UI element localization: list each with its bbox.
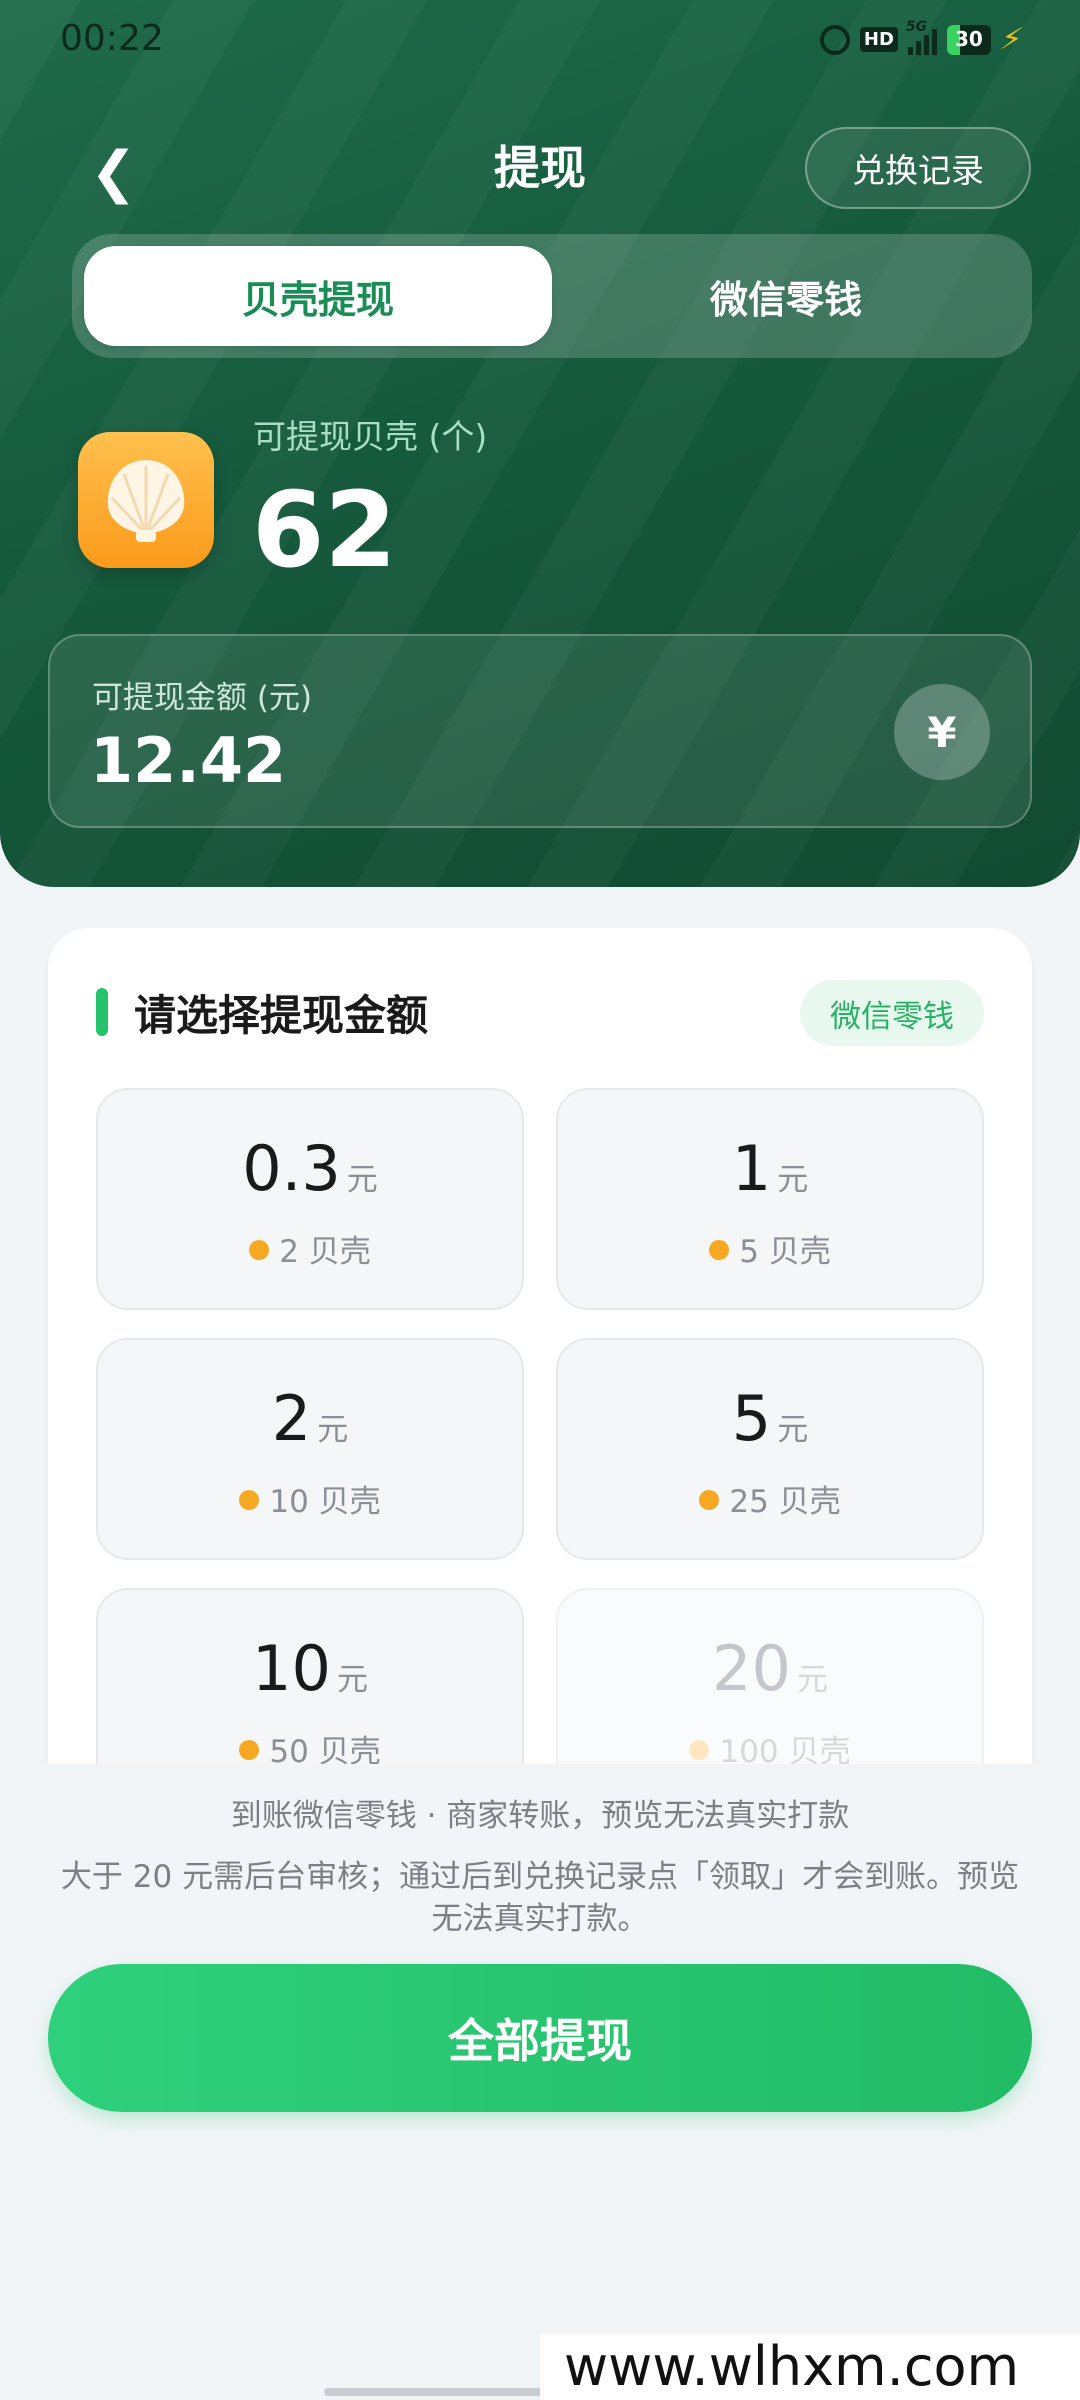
option-amount: 2元 bbox=[98, 1382, 522, 1455]
amount-option-1[interactable]: 1元 5 贝壳 bbox=[556, 1088, 984, 1310]
option-amount-number: 0.3 bbox=[242, 1132, 341, 1205]
option-amount: 5元 bbox=[558, 1382, 982, 1455]
withdrawable-amount-card: 可提现金额 (元) 12.42 ¥ bbox=[48, 634, 1032, 828]
amount-option-5[interactable]: 5元 25 贝壳 bbox=[556, 1338, 984, 1560]
watermark: www.wlhxm.com bbox=[540, 2334, 1080, 2400]
option-cost: 10 贝壳 bbox=[98, 1476, 522, 1521]
alarm-icon bbox=[819, 24, 850, 55]
status-time: 00:22 bbox=[60, 18, 164, 59]
review-note: 大于 20 元需后台审核；通过后到兑换记录点「领取」才会到账。预览无法真实打款。 bbox=[60, 1859, 1020, 1937]
option-amount-unit: 元 bbox=[777, 1412, 809, 1448]
tab-wechat-change[interactable]: 微信零钱 bbox=[552, 246, 1020, 346]
amount-value: 12.42 bbox=[90, 724, 287, 797]
charging-icon: ⚡ bbox=[997, 22, 1026, 57]
coin-dot-icon bbox=[689, 1740, 710, 1760]
payout-note: 到账微信零钱 · 商家转账，预览无法真实打款 bbox=[230, 1798, 850, 1834]
option-amount: 1元 bbox=[558, 1132, 982, 1205]
tab-shell-withdraw[interactable]: 贝壳提现 bbox=[84, 246, 552, 346]
option-cost-text: 25 贝壳 bbox=[729, 1484, 841, 1520]
option-amount-unit: 元 bbox=[317, 1412, 349, 1448]
option-amount-number: 1 bbox=[731, 1132, 772, 1205]
header: 00:22 HD 5G 30 ⚡ ❮ 提现 兑换记录 贝壳提现 微信零钱 可提现… bbox=[0, 0, 1080, 887]
amount-option-0-3[interactable]: 0.3 元 2 贝壳 bbox=[96, 1088, 524, 1310]
option-amount: 20 元 bbox=[558, 1632, 982, 1705]
coin-dot-icon bbox=[699, 1490, 720, 1510]
status-icons: HD 5G 30 ⚡ bbox=[819, 19, 1026, 57]
option-amount-unit: 元 bbox=[796, 1662, 828, 1698]
shell-balance-value: 62 bbox=[252, 469, 397, 591]
status-bar: 00:22 HD 5G 30 ⚡ bbox=[0, 0, 1080, 80]
option-cost: 5 贝壳 bbox=[558, 1226, 982, 1271]
coin-dot-icon bbox=[239, 1740, 260, 1760]
option-cost-text: 10 贝壳 bbox=[269, 1484, 381, 1520]
channel-badge: 微信零钱 bbox=[800, 980, 984, 1046]
amount-option-2[interactable]: 2元 10 贝壳 bbox=[96, 1338, 524, 1560]
coin-dot-icon bbox=[249, 1240, 270, 1260]
option-amount: 10 元 bbox=[98, 1632, 522, 1705]
option-amount-unit: 元 bbox=[346, 1162, 378, 1198]
section-accent-bar bbox=[96, 988, 108, 1036]
amount-label: 可提现金额 (元) bbox=[92, 680, 313, 716]
withdraw-all-button[interactable]: 全部提现 bbox=[48, 1964, 1032, 2112]
option-amount-number: 20 bbox=[712, 1632, 791, 1705]
yuan-icon: ¥ bbox=[894, 684, 990, 780]
option-amount-number: 10 bbox=[252, 1632, 331, 1705]
tab-bar: 贝壳提现 微信零钱 bbox=[72, 234, 1032, 358]
coin-dot-icon bbox=[709, 1240, 730, 1260]
section-title: 请选择提现金额 bbox=[134, 991, 429, 1040]
option-cost-text: 5 贝壳 bbox=[739, 1234, 831, 1270]
battery-level: 30 bbox=[955, 26, 983, 51]
network-type: 5G bbox=[905, 18, 928, 35]
battery-icon: 30 bbox=[946, 24, 991, 55]
exchange-record-button[interactable]: 兑换记录 bbox=[805, 127, 1031, 209]
option-amount-number: 5 bbox=[731, 1382, 772, 1455]
option-amount-unit: 元 bbox=[336, 1662, 368, 1698]
signal-icon: 5G bbox=[906, 19, 937, 55]
option-cost: 2 贝壳 bbox=[98, 1226, 522, 1271]
shell-icon bbox=[78, 432, 214, 568]
option-cost: 25 贝壳 bbox=[558, 1476, 982, 1521]
coin-dot-icon bbox=[239, 1490, 260, 1510]
option-amount-number: 2 bbox=[271, 1382, 312, 1455]
hd-icon: HD bbox=[859, 27, 898, 52]
shell-balance-label: 可提现贝壳 (个) bbox=[253, 417, 488, 456]
option-amount: 0.3 元 bbox=[98, 1132, 522, 1205]
option-amount-unit: 元 bbox=[777, 1162, 809, 1198]
option-cost-text: 2 贝壳 bbox=[279, 1234, 371, 1270]
